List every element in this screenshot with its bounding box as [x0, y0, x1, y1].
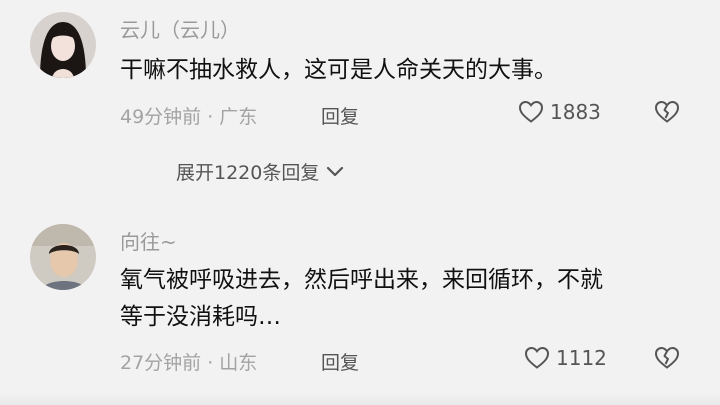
chevron-down-icon — [325, 161, 345, 183]
timestamp: 27分钟前 — [120, 352, 202, 374]
separator: · — [207, 352, 214, 374]
comment-text: 氧气被呼吸进去，然后呼出来，来回循环，不就 等于没消耗吗… — [120, 262, 603, 336]
heart-outline-icon — [518, 100, 544, 124]
location: 广东 — [219, 106, 258, 128]
comment-meta: 27分钟前 · 山东 — [120, 348, 257, 375]
reply-button[interactable]: 回复 — [321, 348, 359, 375]
like-button[interactable]: 1883 — [518, 100, 601, 124]
timestamp: 49分钟前 — [120, 106, 202, 128]
avatar[interactable] — [30, 12, 96, 78]
expand-replies-label: 展开1220条回复 — [176, 162, 320, 184]
username[interactable]: 向往~ — [120, 226, 177, 255]
like-count: 1112 — [556, 346, 607, 370]
broken-heart-icon — [654, 346, 680, 370]
broken-heart-icon — [654, 100, 680, 124]
comment-line: 氧气被呼吸进去，然后呼出来，来回循环，不就 — [120, 267, 603, 293]
location: 山东 — [219, 352, 258, 374]
expand-replies-button[interactable]: 展开1220条回复 — [176, 158, 345, 185]
username[interactable]: 云儿（云儿） — [120, 14, 240, 43]
reply-button[interactable]: 回复 — [321, 102, 359, 129]
comment-line: 等于没消耗吗… — [120, 304, 281, 330]
dislike-button[interactable] — [654, 346, 680, 370]
like-button[interactable]: 1112 — [524, 346, 607, 370]
avatar[interactable] — [30, 224, 96, 290]
heart-outline-icon — [524, 346, 550, 370]
dislike-button[interactable] — [654, 100, 680, 124]
comment-text: 干嘛不抽水救人，这可是人命关天的大事。 — [120, 52, 557, 89]
comment-line: 干嘛不抽水救人，这可是人命关天的大事。 — [120, 57, 557, 83]
like-count: 1883 — [550, 100, 601, 124]
comment-meta: 49分钟前 · 广东 — [120, 102, 257, 129]
separator: · — [207, 106, 214, 128]
next-comment-peek — [0, 392, 720, 405]
